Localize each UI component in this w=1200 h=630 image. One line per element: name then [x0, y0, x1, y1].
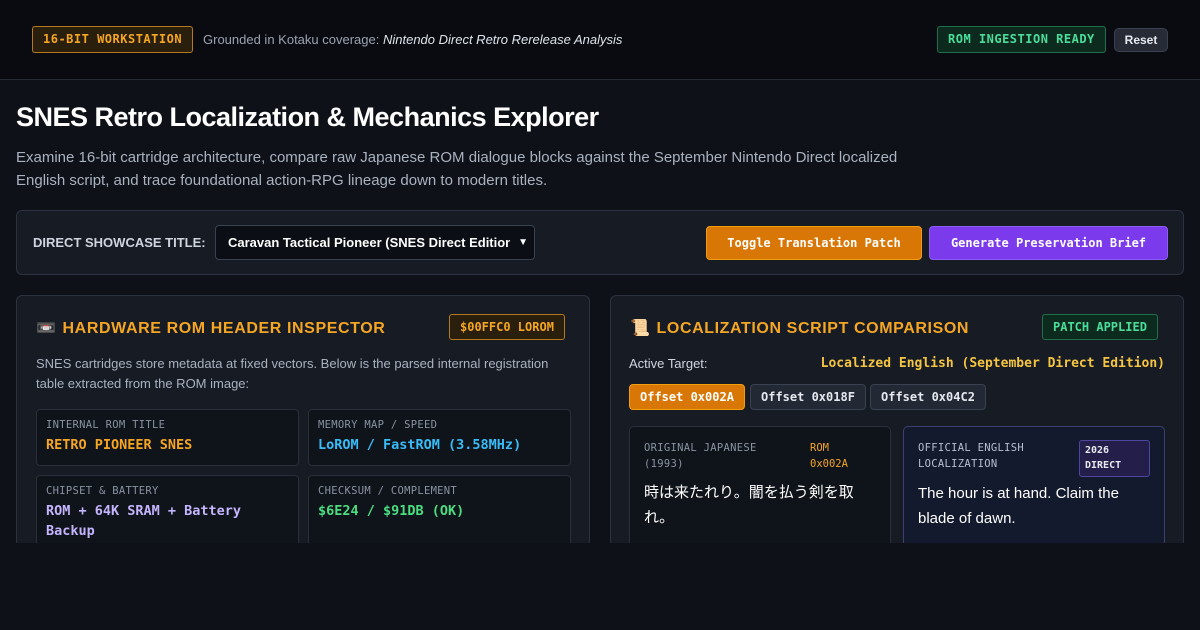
- offset-tab-0x002a[interactable]: Offset 0x002A: [629, 384, 745, 410]
- page-bottom-area: [0, 543, 1200, 630]
- rom-field-internal-title: INTERNAL ROM TITLE RETRO PIONEER SNES: [36, 409, 299, 466]
- generate-preservation-brief-button[interactable]: Generate Preservation Brief: [929, 226, 1168, 260]
- page-title: SNES Retro Localization & Mechanics Expl…: [16, 102, 599, 132]
- rom-vector-badge: $00FFC0 LOROM: [449, 314, 565, 340]
- active-target-value: Localized English (September Direct Edit…: [820, 356, 1165, 371]
- field-label: CHECKSUM / COMPLEMENT: [318, 485, 458, 497]
- japanese-card-label: ORIGINAL JAPANESE (1993): [644, 442, 757, 470]
- showcase-control-bar: DIRECT SHOWCASE TITLE: Caravan Tactical …: [16, 210, 1184, 275]
- offset-tab-0x018f[interactable]: Offset 0x018F: [750, 384, 866, 410]
- rom-inspector-title: 📼 HARDWARE ROM HEADER INSPECTOR: [36, 320, 386, 337]
- localization-title: 📜 LOCALIZATION SCRIPT COMPARISON: [630, 320, 970, 337]
- localization-comparison-panel: 📜 LOCALIZATION SCRIPT COMPARISON PATCH AP…: [610, 295, 1184, 566]
- rom-inspector-description: SNES cartridges store metadata at fixed …: [36, 356, 549, 391]
- rom-offset-tag: ROM 0x002A: [810, 442, 848, 470]
- field-value: RETRO PIONEER SNES: [46, 437, 193, 453]
- patch-status-badge: PATCH APPLIED: [1042, 314, 1158, 340]
- offset-tab-0x04c2[interactable]: Offset 0x04C2: [870, 384, 986, 410]
- field-value: ROM + 64K SRAM + Battery Backup: [46, 503, 242, 539]
- english-dialogue-text: The hour is at hand. Claim the blade of …: [918, 485, 1119, 527]
- grounded-source-note: Grounded in Kotaku coverage: Nintendo Di…: [203, 32, 622, 47]
- top-bar: 16-BIT WORKSTATION Grounded in Kotaku co…: [0, 0, 1200, 80]
- rom-header-inspector-panel: 📼 HARDWARE ROM HEADER INSPECTOR $00FFC0 L…: [16, 295, 590, 565]
- field-value: LoROM / FastROM (3.58MHz): [318, 437, 522, 453]
- english-card-label: OFFICIAL ENGLISH LOCALIZATION: [918, 442, 1024, 470]
- field-value: $6E24 / $91DB (OK): [318, 503, 465, 519]
- field-label: CHIPSET & BATTERY: [46, 485, 159, 497]
- active-target-label: Active Target:: [629, 356, 708, 371]
- showcase-title-label: DIRECT SHOWCASE TITLE:: [33, 235, 206, 250]
- grounded-prefix: Grounded in Kotaku coverage:: [203, 32, 380, 47]
- cartridge-icon: 📼: [36, 320, 57, 337]
- grounded-source-title: Nintendo Direct Retro Rerelease Analysis: [382, 32, 623, 47]
- chevron-down-icon: ▼: [518, 237, 528, 248]
- showcase-title-select[interactable]: Caravan Tactical Pioneer (SNES Direct Ed…: [215, 225, 535, 260]
- rom-field-memory-map: MEMORY MAP / SPEED LoROM / FastROM (3.58…: [308, 409, 571, 466]
- scroll-icon: 📜: [630, 320, 651, 337]
- field-label: INTERNAL ROM TITLE: [46, 419, 166, 431]
- field-label: MEMORY MAP / SPEED: [318, 419, 438, 431]
- page-description: Examine 16-bit cartridge architecture, c…: [16, 149, 898, 189]
- workstation-tag: 16-BIT WORKSTATION: [32, 26, 194, 53]
- toggle-translation-patch-button[interactable]: Toggle Translation Patch: [706, 226, 922, 260]
- reset-button[interactable]: Reset: [1114, 28, 1168, 52]
- showcase-selected-value: Caravan Tactical Pioneer (SNES Direct Ed…: [228, 235, 510, 250]
- rom-status-badge: ROM INGESTION READY: [937, 26, 1106, 53]
- direct-edition-tag: 2026 DIRECT: [1079, 440, 1150, 477]
- japanese-dialogue-text: 時は来たれり。闇を払う剣を取れ。: [644, 483, 854, 526]
